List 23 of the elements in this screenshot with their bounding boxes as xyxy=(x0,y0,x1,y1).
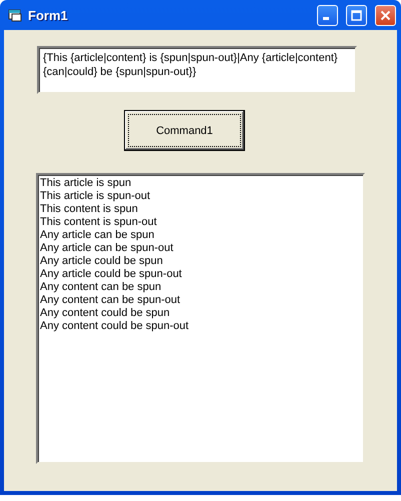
list-item[interactable]: Any article could be spun-out xyxy=(40,268,361,281)
minimize-button[interactable] xyxy=(317,4,338,26)
close-button[interactable] xyxy=(375,4,396,26)
text-field[interactable]: {This {article|content} is {spun|spun-out}|Any {article|content} {can|could} be {spun|spun-out}} xyxy=(37,46,357,94)
list-item[interactable]: This content is spun xyxy=(40,203,361,216)
list-box[interactable] xyxy=(36,173,365,464)
list-item[interactable]: Any content can be spun xyxy=(40,281,361,294)
list-item[interactable]: Any content could be spun-out xyxy=(40,320,361,333)
list-item[interactable]: Any content could be spun xyxy=(40,307,361,320)
window-title: Form1 xyxy=(28,8,69,22)
list-item[interactable]: This article is spun-out xyxy=(40,190,361,203)
list-item[interactable]: Any article can be spun xyxy=(40,229,361,242)
list-item[interactable]: This article is spun xyxy=(40,177,361,190)
list-item[interactable]: Any article could be spun xyxy=(40,255,361,268)
list-item[interactable]: Any content can be spun-out xyxy=(40,294,361,307)
maximize-button[interactable] xyxy=(346,4,367,26)
command-button[interactable]: Command1 xyxy=(124,110,245,151)
app-icon xyxy=(8,8,22,22)
close-icon xyxy=(380,10,391,20)
list-item[interactable]: Any article can be spun-out xyxy=(40,242,361,255)
maximize-icon xyxy=(351,10,362,20)
list-item[interactable]: This content is spun-out xyxy=(40,216,361,229)
minimize-icon xyxy=(323,16,329,20)
